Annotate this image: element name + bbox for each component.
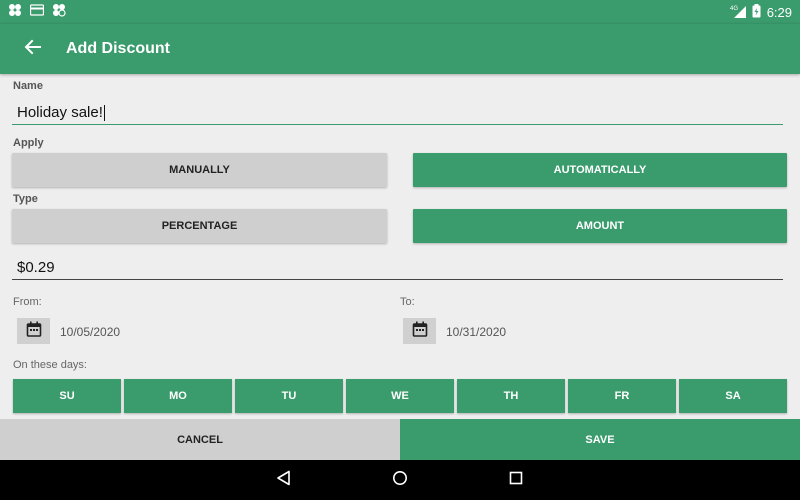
text-cursor [103, 105, 105, 121]
clock: 6:29 [766, 4, 792, 20]
action-bar: CANCEL SAVE [0, 419, 800, 460]
back-button[interactable] [8, 24, 58, 74]
name-label: Name [13, 80, 43, 92]
apply-automatically-button[interactable]: AUTOMATICALLY [413, 153, 787, 187]
name-input[interactable]: Holiday sale! [12, 96, 783, 125]
to-date-value[interactable]: 10/31/2020 [446, 325, 506, 339]
type-percentage-button[interactable]: PERCENTAGE [12, 209, 387, 243]
clover-icon [52, 3, 66, 22]
to-label: To: [400, 296, 415, 308]
system-nav-bar [0, 460, 800, 500]
nav-back-button[interactable] [271, 467, 297, 493]
square-recents-icon [509, 471, 523, 490]
apply-label: Apply [13, 137, 44, 149]
days-label: On these days: [13, 359, 87, 371]
day-button-mo[interactable]: MO [124, 379, 232, 413]
day-selector: SU MO TU WE TH FR SA [13, 379, 787, 413]
from-date-picker-button[interactable] [17, 318, 50, 344]
apply-manually-button[interactable]: MANUALLY [12, 153, 387, 187]
day-button-fr[interactable]: FR [568, 379, 676, 413]
nav-home-button[interactable] [387, 467, 413, 493]
status-bar: 4G 6:29 [0, 0, 800, 24]
amount-input-value: $0.29 [17, 259, 55, 276]
circle-home-icon [392, 470, 408, 491]
day-button-th[interactable]: TH [457, 379, 565, 413]
app-toolbar: Add Discount [0, 24, 800, 74]
clover-icon [8, 3, 22, 22]
day-button-tu[interactable]: TU [235, 379, 343, 413]
cancel-button[interactable]: CANCEL [0, 419, 400, 460]
calendar-icon [26, 321, 42, 342]
arrow-left-icon [24, 38, 42, 61]
amount-input[interactable]: $0.29 [12, 253, 783, 280]
network-label: 4G [730, 6, 738, 12]
day-button-su[interactable]: SU [13, 379, 121, 413]
triangle-back-icon [276, 470, 292, 491]
card-icon [29, 3, 45, 21]
signal-icon: 4G [730, 4, 746, 21]
type-label: Type [13, 193, 38, 205]
page-title: Add Discount [66, 40, 170, 57]
name-input-value: Holiday sale! [17, 104, 103, 121]
day-button-we[interactable]: WE [346, 379, 454, 413]
type-amount-button[interactable]: AMOUNT [413, 209, 787, 243]
save-button[interactable]: SAVE [400, 419, 800, 460]
calendar-icon [412, 321, 428, 342]
day-button-sa[interactable]: SA [679, 379, 787, 413]
battery-icon [752, 3, 761, 21]
from-date-value[interactable]: 10/05/2020 [60, 325, 120, 339]
nav-recents-button[interactable] [503, 467, 529, 493]
to-date-picker-button[interactable] [403, 318, 436, 344]
from-label: From: [13, 296, 42, 308]
